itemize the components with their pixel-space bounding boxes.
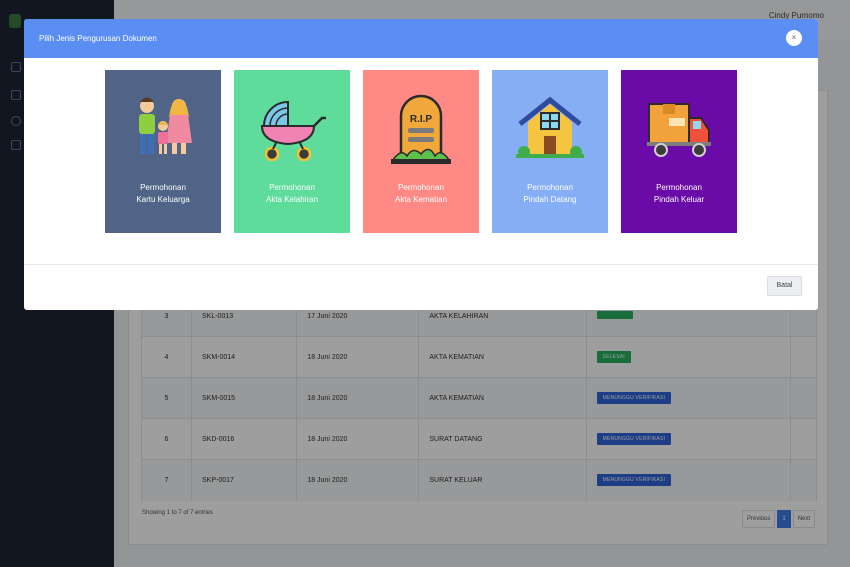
family-icon — [139, 97, 192, 154]
baby-carriage-icon — [260, 100, 326, 162]
moving-truck-icon — [647, 103, 711, 157]
card-label: Permohonan Akta Kelahiran — [265, 183, 319, 204]
card-label: Permohonan Akta Kematian — [394, 183, 448, 204]
document-type-modal: Pilih Jenis Pengurusan Dokumen × Permoho… — [24, 19, 818, 310]
card-kartu-keluarga[interactable]: Permohonan Kartu Keluarga — [105, 70, 221, 233]
close-button[interactable]: × — [786, 30, 802, 46]
card-label: Permohonan Pindah Keluar — [653, 183, 705, 204]
card-pindah-datang[interactable]: Permohonan Pindah Datang — [492, 70, 608, 233]
card-akta-kematian[interactable]: R.I.P Permohonan Akta Kematian — [363, 70, 479, 233]
card-label: Permohonan Pindah Datang — [523, 183, 577, 204]
tombstone-icon: R.I.P — [391, 94, 451, 164]
modal-footer-divider — [24, 264, 818, 265]
modal-header: Pilih Jenis Pengurusan Dokumen × — [24, 19, 818, 58]
card-label: Permohonan Kartu Keluarga — [136, 183, 190, 204]
modal-title: Pilih Jenis Pengurusan Dokumen — [39, 34, 157, 43]
house-icon — [516, 96, 584, 158]
card-akta-kelahiran[interactable]: Permohonan Akta Kelahiran — [234, 70, 350, 233]
card-pindah-keluar[interactable]: Permohonan Pindah Keluar — [621, 70, 737, 233]
tombstone-text: R.I.P — [410, 114, 433, 125]
cancel-button[interactable]: Batal — [767, 276, 802, 296]
